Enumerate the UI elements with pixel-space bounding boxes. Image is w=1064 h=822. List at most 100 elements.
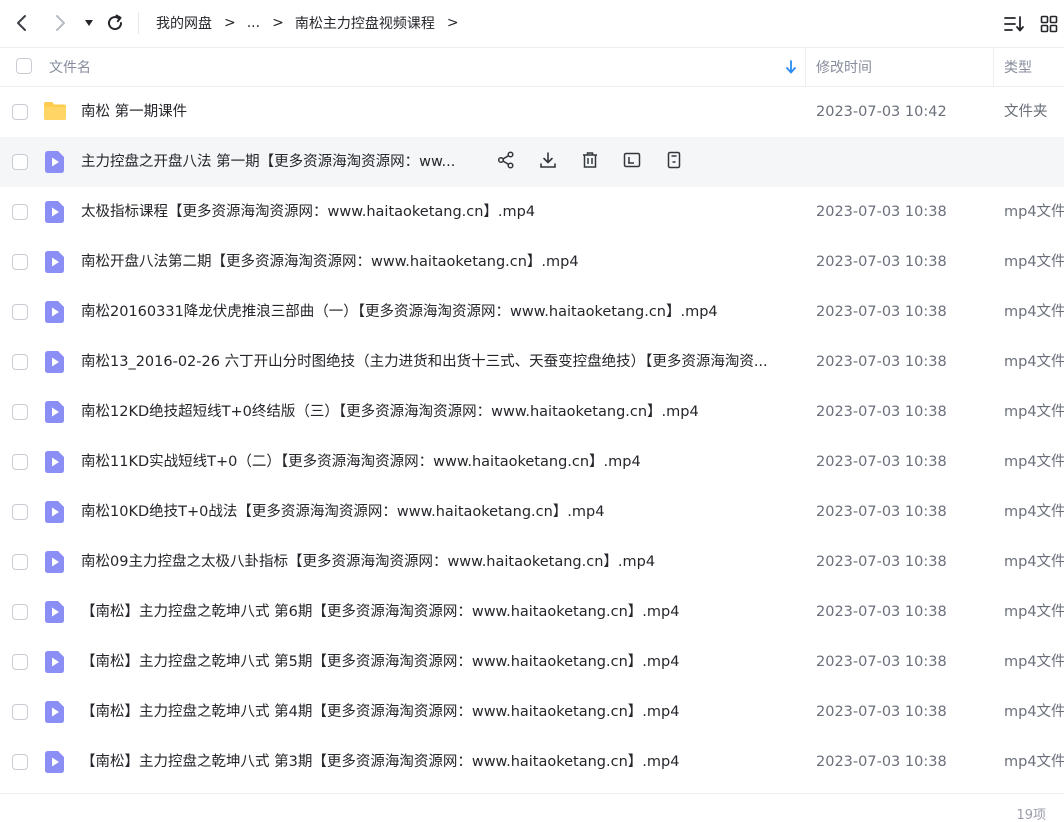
- file-modified-time: 2023-07-03 10:38: [816, 204, 947, 220]
- footer-divider: [0, 793, 1064, 794]
- sort-button[interactable]: [1002, 12, 1026, 36]
- folder-row[interactable]: 南松 第一期课件 2023-07-03 10:42 文件夹: [0, 87, 1064, 137]
- video-file-icon: [45, 701, 67, 723]
- file-row[interactable]: 南松开盘八法第二期【更多资源海淘资源网：www.haitaoketang.cn】…: [0, 237, 1064, 287]
- file-row[interactable]: 南松09主力控盘之太极八卦指标【更多资源海淘资源网：www.haitaoketa…: [0, 537, 1064, 587]
- refresh-button[interactable]: [104, 11, 126, 35]
- file-name[interactable]: 【南松】主力控盘之乾坤八式 第5期【更多资源海淘资源网：www.haitaoke…: [81, 637, 796, 687]
- file-modified-time: 2023-07-03 10:38: [816, 554, 947, 570]
- file-modified-time: 2023-07-03 10:38: [816, 254, 947, 270]
- caret-down-icon: [85, 20, 93, 26]
- row-checkbox[interactable]: [12, 554, 28, 570]
- file-type: mp4文件: [1004, 204, 1064, 220]
- video-file-icon: [45, 401, 67, 423]
- file-row[interactable]: 南松11KD实战短线T+0（二）【更多资源海淘资源网：www.haitaoket…: [0, 437, 1064, 487]
- select-all-checkbox[interactable]: [16, 58, 32, 74]
- row-checkbox[interactable]: [12, 404, 28, 420]
- delete-icon: [581, 151, 599, 173]
- file-name[interactable]: 南松10KD绝技T+0战法【更多资源海淘资源网：www.haitaoketang…: [81, 487, 796, 537]
- breadcrumb-item-current[interactable]: 南松主力控盘视频课程: [295, 13, 435, 33]
- video-file-icon: [45, 601, 67, 623]
- file-type: mp4文件: [1004, 504, 1064, 520]
- file-row[interactable]: 【南松】主力控盘之乾坤八式 第6期【更多资源海淘资源网：www.haitaoke…: [0, 587, 1064, 637]
- file-row[interactable]: 【南松】主力控盘之乾坤八式 第5期【更多资源海淘资源网：www.haitaoke…: [0, 637, 1064, 687]
- file-type: mp4文件: [1004, 754, 1064, 770]
- file-modified-time: 2023-07-03 10:38: [816, 654, 947, 670]
- breadcrumb-item-root[interactable]: 我的网盘: [156, 13, 212, 33]
- breadcrumb: 我的网盘 > ... > 南松主力控盘视频课程 >: [156, 13, 470, 33]
- file-name[interactable]: 南松 第一期课件: [81, 87, 796, 137]
- file-row[interactable]: 太极指标课程【更多资源海淘资源网：www.haitaoketang.cn】.mp…: [0, 187, 1064, 237]
- file-name[interactable]: 【南松】主力控盘之乾坤八式 第4期【更多资源海淘资源网：www.haitaoke…: [81, 687, 796, 737]
- video-file-icon: [45, 301, 67, 323]
- row-checkbox[interactable]: [12, 454, 28, 470]
- file-row[interactable]: 【南松】主力控盘之乾坤八式 第3期【更多资源海淘资源网：www.haitaoke…: [0, 737, 1064, 787]
- rename-button[interactable]: [620, 150, 644, 174]
- file-modified-time: 2023-07-03 10:38: [816, 404, 947, 420]
- file-type: mp4文件: [1004, 604, 1064, 620]
- file-name[interactable]: 南松11KD实战短线T+0（二）【更多资源海淘资源网：www.haitaoket…: [81, 437, 796, 487]
- share-button[interactable]: [494, 150, 518, 174]
- row-checkbox[interactable]: [12, 304, 28, 320]
- row-checkbox[interactable]: [12, 704, 28, 720]
- file-name[interactable]: 南松12KD绝技超短线T+0终结版（三）【更多资源海淘资源网：www.haita…: [81, 387, 796, 437]
- row-checkbox[interactable]: [12, 354, 28, 370]
- download-button[interactable]: [536, 150, 560, 174]
- file-name[interactable]: 南松09主力控盘之太极八卦指标【更多资源海淘资源网：www.haitaoketa…: [81, 537, 796, 587]
- file-modified-time: 2023-07-03 10:38: [816, 304, 947, 320]
- sort-direction-indicator[interactable]: [785, 48, 797, 86]
- file-name[interactable]: 南松开盘八法第二期【更多资源海淘资源网：www.haitaoketang.cn】…: [81, 237, 796, 287]
- column-divider[interactable]: [805, 48, 806, 86]
- file-name[interactable]: 【南松】主力控盘之乾坤八式 第6期【更多资源海淘资源网：www.haitaoke…: [81, 587, 796, 637]
- file-list-header: 文件名 修改时间 类型: [0, 47, 1064, 87]
- file-name[interactable]: 太极指标课程【更多资源海淘资源网：www.haitaoketang.cn】.mp…: [81, 187, 796, 237]
- file-name[interactable]: 主力控盘之开盘八法 第一期【更多资源海淘资源网：ww...: [81, 137, 481, 187]
- row-checkbox[interactable]: [12, 204, 28, 220]
- breadcrumb-separator: >: [224, 15, 236, 31]
- chevron-left-icon: [17, 15, 26, 31]
- delete-button[interactable]: [578, 150, 602, 174]
- file-type: mp4文件: [1004, 654, 1064, 670]
- breadcrumb-separator: >: [272, 15, 284, 31]
- history-dropdown[interactable]: [80, 11, 98, 35]
- file-name[interactable]: 南松20160331降龙伏虎推浪三部曲（一）【更多资源海淘资源网：www.hai…: [81, 287, 796, 337]
- file-row[interactable]: 南松13_2016-02-26 六丁开山分时图绝技（主力进货和出货十三式、天蚕变…: [0, 337, 1064, 387]
- file-name[interactable]: 【南松】主力控盘之乾坤八式 第3期【更多资源海淘资源网：www.haitaoke…: [81, 737, 796, 787]
- file-row[interactable]: 【南松】主力控盘之乾坤八式 第4期【更多资源海淘资源网：www.haitaoke…: [0, 687, 1064, 737]
- file-modified-time: 2023-07-03 10:38: [816, 604, 947, 620]
- video-file-icon: [45, 751, 67, 773]
- more-button[interactable]: [662, 150, 686, 174]
- column-header-modified[interactable]: 修改时间: [816, 48, 872, 86]
- row-checkbox[interactable]: [12, 604, 28, 620]
- video-file-icon: [45, 651, 67, 673]
- file-modified-time: 2023-07-03 10:38: [816, 354, 947, 370]
- row-checkbox[interactable]: [12, 254, 28, 270]
- file-type: mp4文件: [1004, 404, 1064, 420]
- file-modified-time: 2023-07-03 10:38: [816, 454, 947, 470]
- file-name[interactable]: 南松13_2016-02-26 六丁开山分时图绝技（主力进货和出货十三式、天蚕变…: [81, 337, 796, 387]
- row-checkbox[interactable]: [12, 504, 28, 520]
- row-checkbox[interactable]: [12, 154, 28, 170]
- file-row[interactable]: 南松20160331降龙伏虎推浪三部曲（一）【更多资源海淘资源网：www.hai…: [0, 287, 1064, 337]
- column-divider[interactable]: [993, 48, 994, 86]
- back-button[interactable]: [11, 11, 33, 35]
- column-header-name[interactable]: 文件名: [49, 48, 91, 86]
- row-checkbox[interactable]: [12, 654, 28, 670]
- breadcrumb-separator: >: [446, 15, 459, 31]
- file-type: 文件夹: [1004, 104, 1048, 120]
- video-file-icon: [45, 501, 67, 523]
- row-checkbox[interactable]: [12, 104, 28, 120]
- file-row[interactable]: 主力控盘之开盘八法 第一期【更多资源海淘资源网：ww...: [0, 137, 1064, 187]
- file-type: mp4文件: [1004, 254, 1064, 270]
- forward-button[interactable]: [49, 11, 71, 35]
- refresh-icon: [108, 14, 123, 31]
- file-row[interactable]: 南松10KD绝技T+0战法【更多资源海淘资源网：www.haitaoketang…: [0, 487, 1064, 537]
- chevron-right-icon: [56, 15, 65, 31]
- file-row[interactable]: 南松12KD绝技超短线T+0终结版（三）【更多资源海淘资源网：www.haita…: [0, 387, 1064, 437]
- column-header-type[interactable]: 类型: [1004, 48, 1032, 86]
- breadcrumb-item-ellipsis[interactable]: ...: [247, 15, 260, 31]
- toolbar-divider: [138, 12, 139, 34]
- view-toggle-button[interactable]: [1037, 12, 1061, 36]
- row-checkbox[interactable]: [12, 754, 28, 770]
- item-count: 19项: [1016, 808, 1046, 822]
